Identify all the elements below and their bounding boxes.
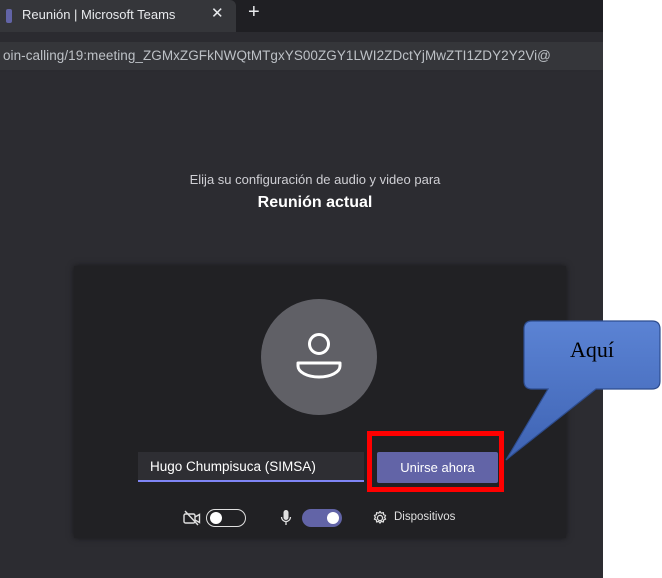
- speech-callout: [505, 320, 661, 461]
- callout-text: Aquí: [570, 337, 614, 362]
